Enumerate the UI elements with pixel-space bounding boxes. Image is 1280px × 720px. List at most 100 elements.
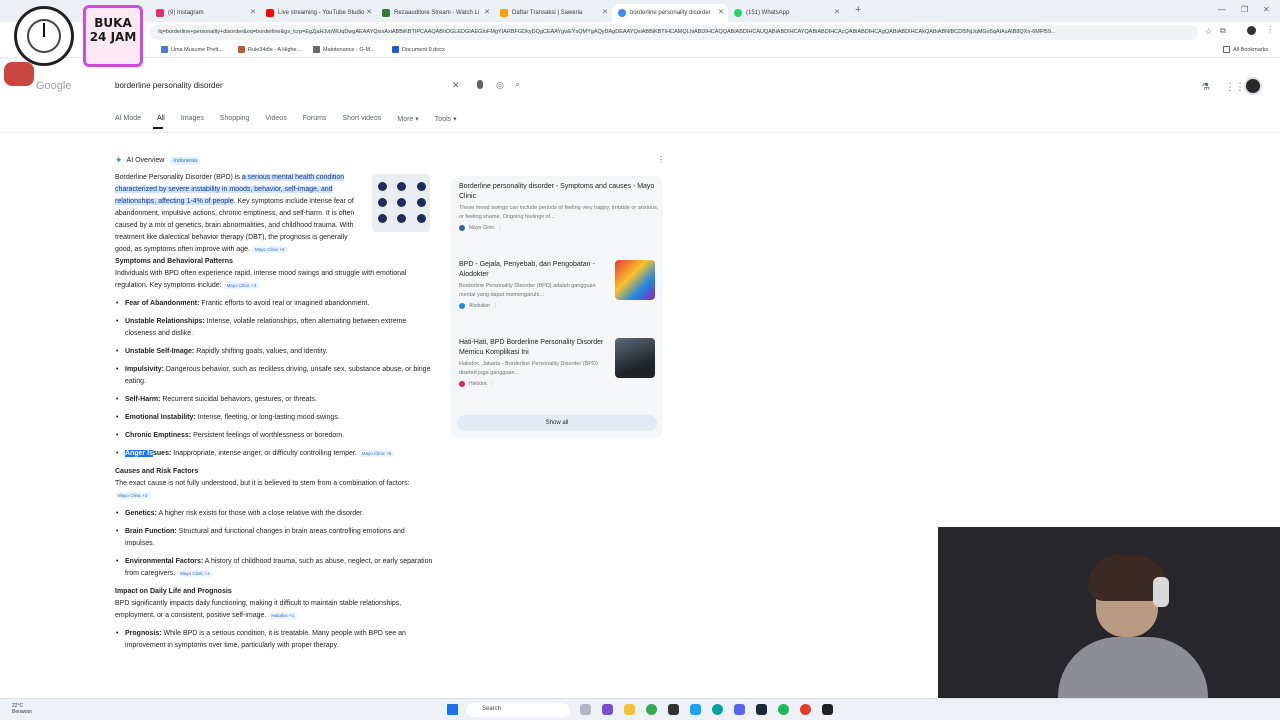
profile-icon[interactable]	[1247, 26, 1256, 35]
section-paragraph: The exact cause is not fully understood,…	[115, 480, 410, 499]
bookmark-item[interactable]: Document 9.docx	[392, 46, 445, 53]
active-tab-indicator	[153, 127, 163, 129]
more-options-icon[interactable]: ⋮	[657, 155, 665, 164]
bookmark-item[interactable]: Rule34dle - A Highe...	[238, 46, 301, 53]
show-all-button[interactable]: Show all	[457, 415, 657, 431]
browser-menu-icon[interactable]: ⋮	[1266, 25, 1274, 34]
clear-search-icon[interactable]: ✕	[452, 80, 460, 91]
tab-more[interactable]: More ▾	[397, 115, 418, 123]
instagram-icon	[156, 8, 164, 17]
lens-camera-icon[interactable]: ◎	[496, 80, 504, 91]
source-thumbnail[interactable]	[615, 260, 655, 300]
tab-short-videos[interactable]: Short videos	[342, 115, 381, 123]
steam-icon[interactable]	[756, 704, 767, 715]
tab-all[interactable]: All	[157, 115, 165, 123]
terminal-icon[interactable]	[668, 704, 679, 715]
alodokter-icon	[459, 303, 465, 309]
ai-overview-header: ✦ AI Overview Indonesia	[115, 155, 201, 166]
bookmarks-bar: Uma Musume Prett... Rule34dle - A Highe.…	[0, 42, 1280, 58]
bookmark-star-icon[interactable]: ☆	[1205, 27, 1212, 36]
browser-tab-youtube[interactable]: Live streaming - YouTube Studio ✕	[260, 4, 376, 22]
google-apps-icon[interactable]: ⋮⋮	[1225, 82, 1245, 93]
source-thumbnail[interactable]	[615, 338, 655, 378]
selected-text: Anger Is	[125, 450, 154, 457]
more-options-icon[interactable]: ⋮	[498, 225, 503, 231]
tab-shopping[interactable]: Shopping	[220, 115, 250, 123]
spotify-icon[interactable]	[778, 704, 789, 715]
list-item: Anger Issues: Inappropriate, intense ang…	[115, 448, 435, 460]
citation-chip[interactable]: Mayo Clinic +5	[358, 449, 395, 457]
tab-tools[interactable]: Tools ▾	[435, 115, 457, 123]
browser-tab-instagram[interactable]: (9) Instagram ✕	[150, 4, 260, 22]
bookmark-item[interactable]: Uma Musume Prett...	[161, 46, 223, 53]
list-item: Impulsivity: Dangerous behavior, such as…	[115, 364, 435, 388]
divider	[0, 132, 1280, 133]
tab-forums[interactable]: Forums	[303, 115, 327, 123]
browser-tab-saweria[interactable]: Daftar Transaksi | Saweria ✕	[494, 4, 612, 22]
avatar[interactable]	[1244, 77, 1262, 95]
all-bookmarks[interactable]: All Bookmarks	[1223, 46, 1268, 53]
close-tab-icon[interactable]: ✕	[250, 8, 256, 16]
citation-chip[interactable]: Mayo Clinic +5	[251, 245, 288, 253]
google-icon	[618, 8, 626, 17]
close-tab-icon[interactable]: ✕	[366, 8, 372, 16]
halodoc-icon	[459, 381, 465, 387]
citation-chip[interactable]: Mayo Clinic +2	[115, 491, 151, 499]
close-tab-icon[interactable]: ✕	[834, 8, 840, 16]
browser-tab-stream[interactable]: Rezaauditore Stream - Watch Li ✕	[376, 4, 494, 22]
more-options-icon[interactable]: ⋮	[490, 381, 495, 387]
maximize-icon[interactable]: ❐	[1241, 5, 1248, 14]
section-heading: Impact on Daily Life and Prognosis	[115, 588, 232, 595]
open-24h-badge: BUKA 24 JAM	[83, 5, 143, 67]
more-options-icon[interactable]: ⋮	[493, 303, 498, 309]
source-card[interactable]: Hati-Hati, BPD Borderline Personality Di…	[459, 338, 609, 387]
browser-tab-google[interactable]: borderline personality disorder ✕	[612, 3, 728, 22]
citation-chip[interactable]: Halodoc +1	[268, 611, 298, 619]
extensions-icon[interactable]: ⧉	[1220, 26, 1226, 36]
browser-tab-whatsapp[interactable]: (151) WhatsApp ✕	[728, 4, 844, 22]
citation-chip[interactable]: Mayo Clinic +4	[223, 281, 260, 289]
app-icon[interactable]	[822, 704, 833, 715]
search-input[interactable]: borderline personality disorder	[115, 81, 223, 90]
language-chip[interactable]: Indonesia	[170, 156, 201, 165]
mayo-clinic-icon	[459, 225, 465, 231]
microphone-icon[interactable]	[477, 80, 483, 89]
citation-chip[interactable]: Mayo Clinic +4	[177, 569, 213, 577]
section-paragraph: BPD significantly impacts daily function…	[115, 600, 402, 619]
discord-icon[interactable]	[734, 704, 745, 715]
task-view-icon[interactable]	[580, 704, 591, 715]
labs-flask-icon[interactable]: ⚗	[1201, 82, 1210, 93]
source-card[interactable]: Borderline personality disorder - Sympto…	[459, 182, 659, 231]
list-item: Environmental Factors: A history of chil…	[115, 556, 435, 580]
chevron-down-icon: ▾	[415, 116, 419, 123]
saweria-icon	[500, 8, 508, 17]
store-icon[interactable]	[690, 704, 701, 715]
tab-ai-mode[interactable]: AI Mode	[115, 115, 141, 123]
chrome-icon[interactable]	[646, 704, 657, 715]
window-close-icon[interactable]: ✕	[1263, 5, 1270, 14]
minimize-icon[interactable]: —	[1218, 5, 1226, 14]
windows-start-icon[interactable]	[447, 704, 458, 715]
list-item: Prognosis: While BPD is a serious condit…	[115, 628, 435, 652]
obs-icon[interactable]	[800, 704, 811, 715]
section-paragraph: Individuals with BPD often experience ra…	[115, 270, 407, 289]
symptoms-list: Fear of Abandonment: Frantic efforts to …	[115, 298, 435, 460]
close-tab-icon[interactable]: ✕	[484, 8, 490, 16]
google-logo[interactable]: Google	[36, 80, 71, 92]
copilot-icon[interactable]	[602, 704, 613, 715]
bookmark-item[interactable]: Maintenance - G-M...	[313, 46, 375, 53]
tab-videos[interactable]: Videos	[265, 115, 286, 123]
url-field[interactable]: /q=borderline+personality+disorder&oq=bo…	[150, 25, 1198, 40]
close-tab-icon[interactable]: ✕	[602, 8, 608, 16]
search-icon[interactable]: ⌕	[515, 79, 520, 90]
new-tab-plus-icon[interactable]: +	[855, 4, 861, 16]
tab-images[interactable]: Images	[181, 115, 204, 123]
source-card[interactable]: BPD - Gejala, Penyebab, dan Pengobatan -…	[459, 260, 609, 309]
edge-icon[interactable]	[712, 704, 723, 715]
ai-overview-content: Borderline Personality Disorder (BPD) is…	[115, 172, 435, 658]
address-bar-row: /q=borderline+personality+disorder&oq=bo…	[0, 22, 1280, 42]
taskbar-search[interactable]: Search	[466, 703, 570, 717]
weather-widget[interactable]: 22°C Berawan	[12, 703, 32, 715]
close-tab-icon[interactable]: ✕	[718, 8, 724, 16]
file-explorer-icon[interactable]	[624, 704, 635, 715]
